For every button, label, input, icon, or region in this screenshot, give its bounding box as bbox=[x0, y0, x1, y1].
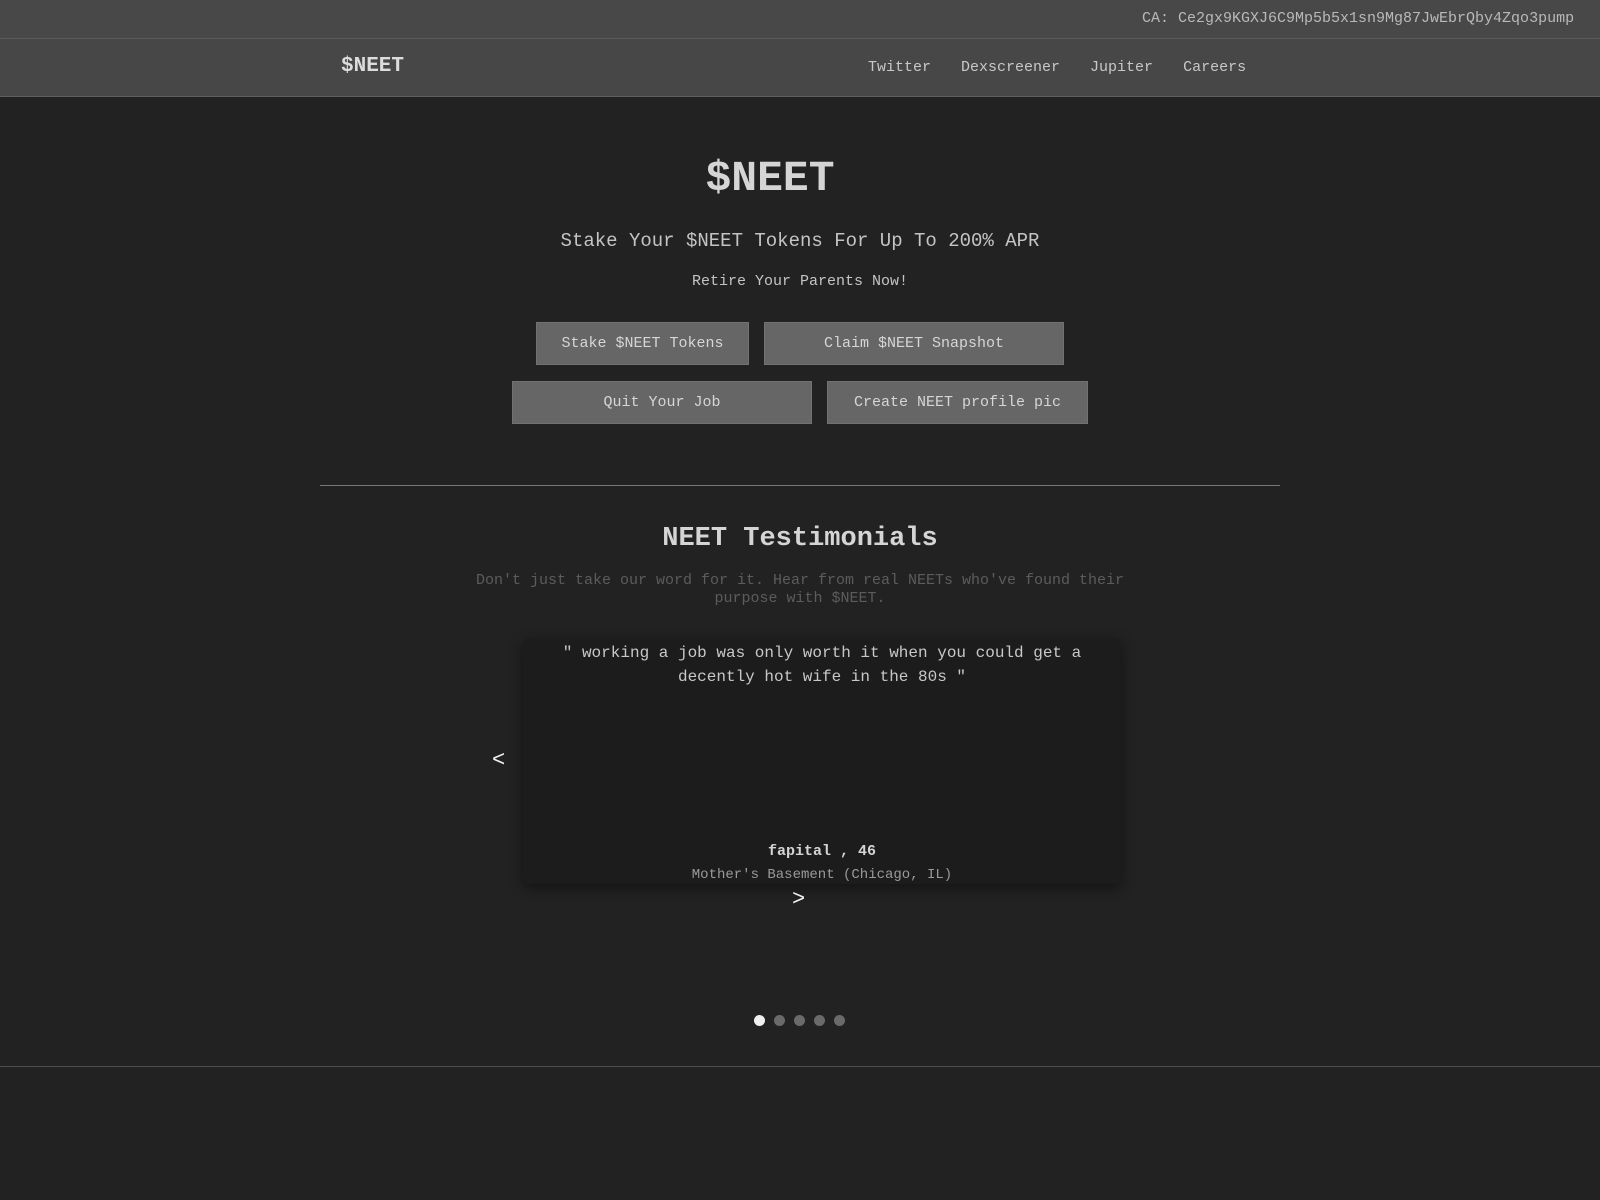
carousel-dot[interactable] bbox=[834, 1015, 845, 1026]
testimonial-card: " working a job was only worth it when y… bbox=[523, 638, 1121, 884]
nav-link-twitter[interactable]: Twitter bbox=[868, 59, 931, 76]
nav-link-dexscreener[interactable]: Dexscreener bbox=[961, 59, 1060, 76]
testimonials-subtitle: Don't just take our word for it. Hear fr… bbox=[475, 572, 1125, 607]
hero-tagline: Retire Your Parents Now! bbox=[691, 273, 909, 290]
testimonial-author: fapital , 46 bbox=[767, 843, 877, 860]
claim-snapshot-button[interactable]: Claim $NEET Snapshot bbox=[764, 322, 1064, 365]
nav-logo[interactable]: $NEET bbox=[341, 55, 404, 78]
hero-title: $NEET bbox=[705, 154, 835, 203]
quit-job-button[interactable]: Quit Your Job bbox=[512, 381, 812, 424]
carousel-dot[interactable] bbox=[814, 1015, 825, 1026]
nav-link-careers[interactable]: Careers bbox=[1183, 59, 1246, 76]
carousel-next-arrow[interactable]: > bbox=[792, 887, 805, 912]
section-divider bbox=[320, 485, 1280, 486]
create-profile-pic-button[interactable]: Create NEET profile pic bbox=[827, 381, 1088, 424]
carousel-dot[interactable] bbox=[754, 1015, 765, 1026]
testimonial-quote: " working a job was only worth it when y… bbox=[562, 644, 1082, 686]
contract-address-text[interactable]: CA: Ce2gx9KGXJ6C9Mp5b5x1sn9Mg87JwEbrQby4… bbox=[1142, 10, 1574, 27]
testimonial-location: Mother's Basement (Chicago, IL) bbox=[691, 867, 953, 883]
nav-link-jupiter[interactable]: Jupiter bbox=[1090, 59, 1153, 76]
contract-address-bar: CA: Ce2gx9KGXJ6C9Mp5b5x1sn9Mg87JwEbrQby4… bbox=[0, 0, 1600, 39]
carousel-dots bbox=[754, 1015, 845, 1026]
testimonials-title: NEET Testimonials bbox=[662, 524, 938, 554]
hero-subtitle: Stake Your $NEET Tokens For Up To 200% A… bbox=[560, 230, 1040, 252]
carousel-dot[interactable] bbox=[774, 1015, 785, 1026]
carousel-dot[interactable] bbox=[794, 1015, 805, 1026]
navbar: $NEET Twitter Dexscreener Jupiter Career… bbox=[0, 39, 1600, 97]
stake-tokens-button[interactable]: Stake $NEET Tokens bbox=[536, 322, 749, 365]
nav-links: Twitter Dexscreener Jupiter Careers bbox=[868, 59, 1246, 76]
footer-divider bbox=[0, 1066, 1600, 1067]
carousel-prev-arrow[interactable]: < bbox=[492, 748, 505, 773]
